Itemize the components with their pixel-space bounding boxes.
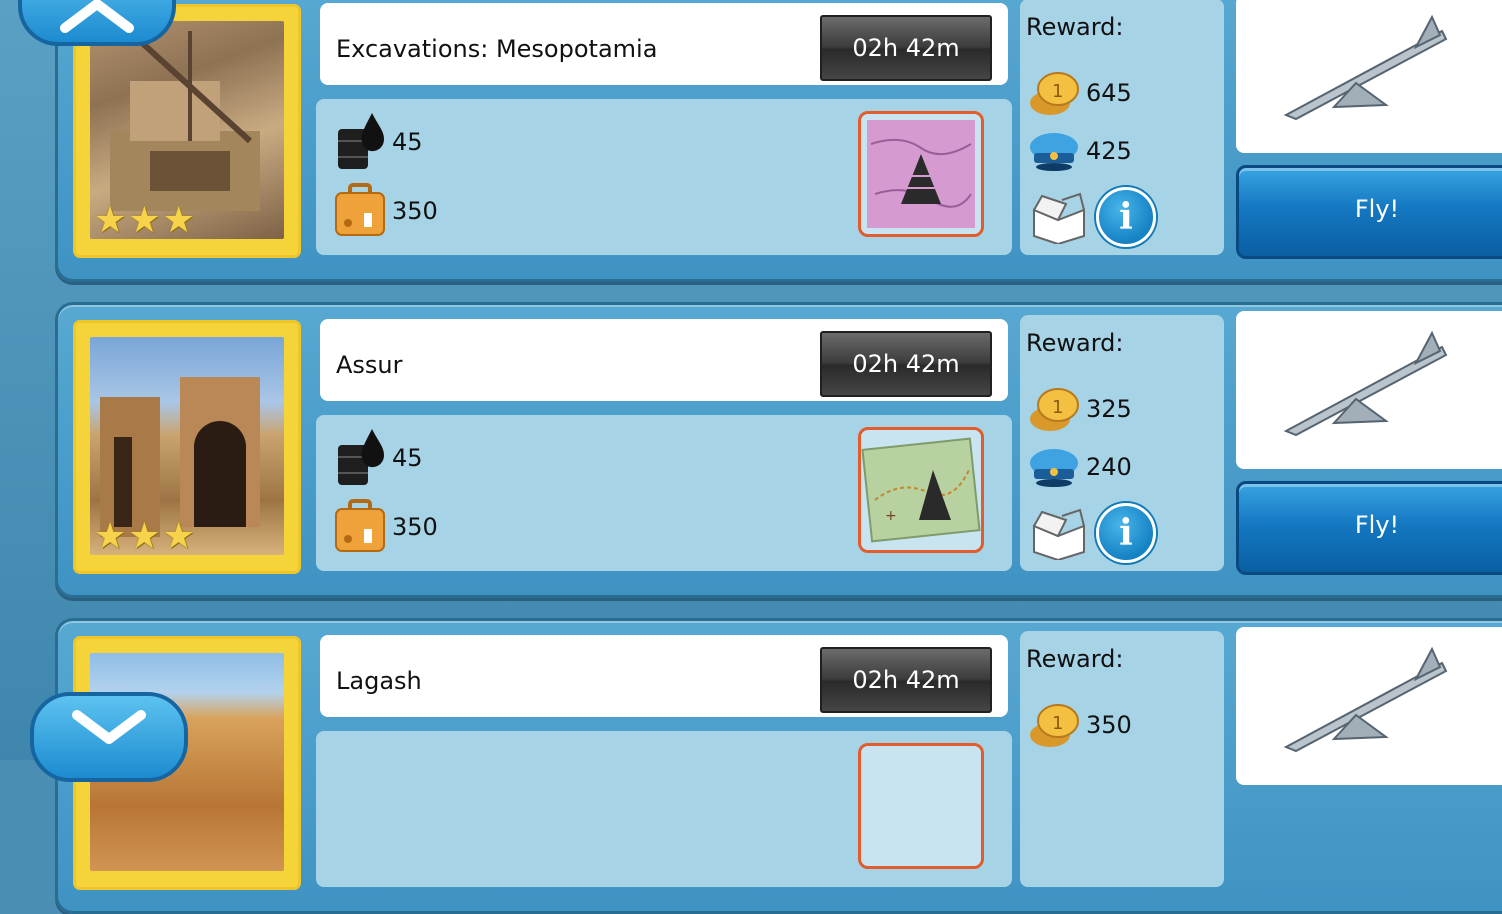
- passenger-requirement: 350: [334, 499, 438, 555]
- coins-icon: 1: [1030, 704, 1079, 747]
- collection-map-item[interactable]: +: [858, 427, 984, 553]
- oil-requirement: 45: [334, 427, 423, 489]
- reward-label: Reward:: [1026, 329, 1124, 357]
- requirements-box: 45 350: [316, 99, 1012, 255]
- xp-value: 240: [1086, 453, 1132, 481]
- reward-box: Reward: 1 325 240 i: [1020, 315, 1224, 571]
- mission-timer: 02h 42m: [820, 15, 992, 81]
- mission-title: Excavations: Mesopotamia: [336, 35, 658, 63]
- chevron-up-icon: [60, 0, 134, 33]
- fly-button[interactable]: Fly!: [1236, 481, 1502, 575]
- mission-title: Assur: [336, 351, 403, 379]
- aircraft-box[interactable]: [1236, 0, 1502, 153]
- coin-value: 350: [1086, 711, 1132, 739]
- aircraft-box[interactable]: [1236, 311, 1502, 469]
- bonus-row: i: [1028, 187, 1156, 247]
- rating-stars: ★ ★ ★: [94, 516, 195, 557]
- svg-text:1: 1: [1052, 713, 1063, 734]
- passenger-value: 350: [392, 513, 438, 541]
- requirements-box: [316, 731, 1012, 887]
- chevron-down-icon: [72, 710, 146, 744]
- svg-text:1: 1: [1052, 81, 1063, 102]
- pilot-cap-icon: [1030, 133, 1078, 171]
- tower-map-icon: +: [861, 437, 981, 543]
- concorde-plane-icon: [1283, 14, 1448, 121]
- box-icon: [1032, 192, 1085, 244]
- location-stamp[interactable]: ★ ★ ★: [69, 316, 305, 578]
- fly-button[interactable]: Fly!: [1236, 165, 1502, 259]
- mission-title: Lagash: [336, 667, 422, 695]
- coin-value: 325: [1086, 395, 1132, 423]
- aircraft-box[interactable]: [1236, 627, 1502, 785]
- coin-reward: 1 350: [1028, 701, 1132, 749]
- concorde-plane-icon: [1283, 646, 1448, 753]
- xp-reward: 240: [1028, 445, 1132, 489]
- oil-requirement: 45: [334, 111, 423, 173]
- box-icon: [1032, 508, 1085, 560]
- info-icon[interactable]: i: [1096, 503, 1156, 563]
- collection-map-item[interactable]: [858, 743, 984, 869]
- coins-icon: 1: [1030, 72, 1079, 115]
- mission-timer: 02h 42m: [820, 647, 992, 713]
- scroll-up-button[interactable]: [18, 0, 176, 46]
- mission-title-box: Excavations: Mesopotamia 02h 42m: [320, 3, 1008, 85]
- reward-label: Reward:: [1026, 645, 1124, 673]
- mission-row: ★ ★ ★ Assur 02h 42m 45 350 + Reward: 1 3…: [55, 302, 1502, 598]
- rating-stars: ★ ★ ★: [94, 200, 195, 241]
- xp-reward: 425: [1028, 129, 1132, 173]
- star-icon: ★: [162, 200, 195, 241]
- suitcase-icon: [335, 183, 385, 236]
- oil-barrel-icon: [338, 113, 384, 169]
- collection-map-item[interactable]: [858, 111, 984, 237]
- oil-barrel-icon: [338, 429, 384, 485]
- mission-row: ★ ★ ★ Excavations: Mesopotamia 02h 42m 4…: [55, 0, 1502, 282]
- reward-box: Reward: 1 350: [1020, 631, 1224, 887]
- mission-title-box: Lagash 02h 42m: [320, 635, 1008, 717]
- pilot-cap-icon: [1030, 449, 1078, 487]
- passenger-value: 350: [392, 197, 438, 225]
- xp-value: 425: [1086, 137, 1132, 165]
- oil-value: 45: [392, 128, 423, 156]
- star-icon: ★: [94, 200, 127, 241]
- coin-value: 645: [1086, 79, 1132, 107]
- bonus-row: i: [1028, 503, 1156, 563]
- star-icon: ★: [162, 516, 195, 557]
- reward-box: Reward: 1 645 425 i: [1020, 0, 1224, 255]
- star-icon: ★: [128, 516, 161, 557]
- scroll-down-button[interactable]: [30, 692, 188, 782]
- svg-text:+: +: [885, 508, 897, 524]
- oil-value: 45: [392, 444, 423, 472]
- concorde-plane-icon: [1283, 330, 1448, 437]
- mission-row: Lagash 02h 42m Reward: 1 350: [55, 618, 1502, 914]
- svg-text:1: 1: [1052, 397, 1063, 418]
- suitcase-icon: [335, 499, 385, 552]
- ziggurat-map-icon: [867, 120, 975, 228]
- passenger-requirement: 350: [334, 183, 438, 239]
- requirements-box: 45 350 +: [316, 415, 1012, 571]
- mission-title-box: Assur 02h 42m: [320, 319, 1008, 401]
- coins-icon: 1: [1030, 388, 1079, 431]
- mission-timer: 02h 42m: [820, 331, 992, 397]
- coin-reward: 1 325: [1028, 385, 1132, 433]
- info-icon[interactable]: i: [1096, 187, 1156, 247]
- reward-label: Reward:: [1026, 13, 1124, 41]
- coin-reward: 1 645: [1028, 69, 1132, 117]
- star-icon: ★: [128, 200, 161, 241]
- star-icon: ★: [94, 516, 127, 557]
